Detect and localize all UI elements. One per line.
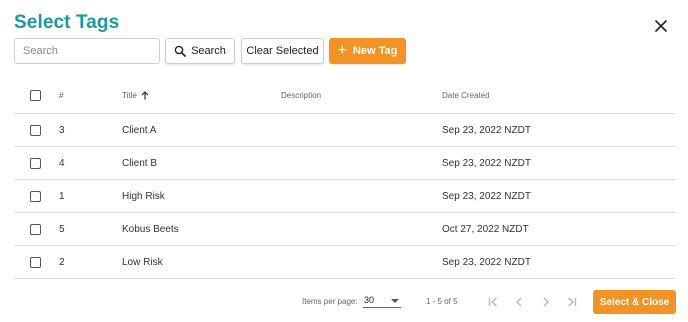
table-row[interactable]: 5 Kobus Beets Oct 27, 2022 NZDT [14, 213, 676, 246]
table-row[interactable]: 2 Low Risk Sep 23, 2022 NZDT [14, 246, 676, 279]
paginator: Items per page: 30 1 - 5 of 5 Select & C… [0, 290, 688, 314]
items-per-page-select[interactable]: 30 [363, 292, 401, 308]
items-per-page-value: 30 [364, 295, 375, 305]
table-row[interactable]: 4 Client B Sep 23, 2022 NZDT [14, 147, 676, 180]
clear-selected-label: Clear Selected [246, 45, 319, 57]
last-page-icon [568, 297, 577, 307]
row-date-created: Oct 27, 2022 NZDT [442, 223, 529, 235]
close-button[interactable] [652, 17, 670, 35]
header-num[interactable]: # [59, 78, 63, 113]
row-title: High Risk [122, 190, 165, 202]
row-checkbox[interactable] [30, 190, 41, 202]
row-checkbox[interactable] [30, 223, 41, 235]
row-num: 1 [59, 190, 65, 202]
header-title[interactable]: Title [122, 78, 149, 113]
search-icon [174, 45, 186, 57]
table-header: # Title Description Date Created [14, 78, 676, 114]
search-button-label: Search [191, 45, 226, 57]
row-title: Low Risk [122, 256, 163, 268]
table-row[interactable]: 1 High Risk Sep 23, 2022 NZDT [14, 180, 676, 213]
chevron-right-icon [543, 297, 549, 307]
search-input[interactable] [14, 38, 160, 64]
range-label: 1 - 5 of 5 [426, 297, 458, 306]
items-per-page-label: Items per page: [302, 297, 358, 306]
arrow-up-icon [141, 91, 149, 100]
chevron-left-icon [516, 297, 522, 307]
table-row[interactable]: 3 Client A Sep 23, 2022 NZDT [14, 114, 676, 147]
row-date-created: Sep 23, 2022 NZDT [442, 190, 531, 202]
clear-selected-button[interactable]: Clear Selected [241, 38, 324, 64]
previous-page-button[interactable] [511, 294, 527, 310]
next-page-button[interactable] [538, 294, 554, 310]
row-title: Client B [122, 157, 158, 169]
first-page-icon [488, 297, 497, 307]
row-num: 3 [59, 124, 65, 136]
row-title: Kobus Beets [122, 223, 179, 235]
row-checkbox[interactable] [30, 124, 41, 136]
row-num: 5 [59, 223, 65, 235]
new-tag-button[interactable]: + New Tag [329, 38, 406, 64]
first-page-button[interactable] [485, 294, 501, 310]
header-date-created[interactable]: Date Created [442, 78, 490, 113]
header-description[interactable]: Description [281, 78, 321, 113]
row-title: Client A [122, 124, 157, 136]
row-checkbox[interactable] [30, 157, 41, 169]
header-title-label: Title [122, 91, 137, 100]
row-num: 4 [59, 157, 65, 169]
row-date-created: Sep 23, 2022 NZDT [442, 124, 531, 136]
row-num: 2 [59, 256, 65, 268]
row-date-created: Sep 23, 2022 NZDT [442, 256, 531, 268]
caret-down-icon [391, 299, 399, 303]
plus-icon: + [337, 42, 347, 59]
select-and-close-button[interactable]: Select & Close [593, 290, 676, 314]
row-date-created: Sep 23, 2022 NZDT [442, 157, 531, 169]
close-icon [655, 20, 667, 32]
row-checkbox[interactable] [30, 256, 41, 268]
tags-table: # Title Description Date Created 3 Client… [14, 78, 676, 279]
search-button[interactable]: Search [165, 38, 235, 64]
last-page-button[interactable] [564, 294, 580, 310]
select-all-checkbox[interactable] [30, 90, 41, 101]
new-tag-label: New Tag [352, 45, 398, 57]
dialog-title: Select Tags [14, 12, 120, 33]
